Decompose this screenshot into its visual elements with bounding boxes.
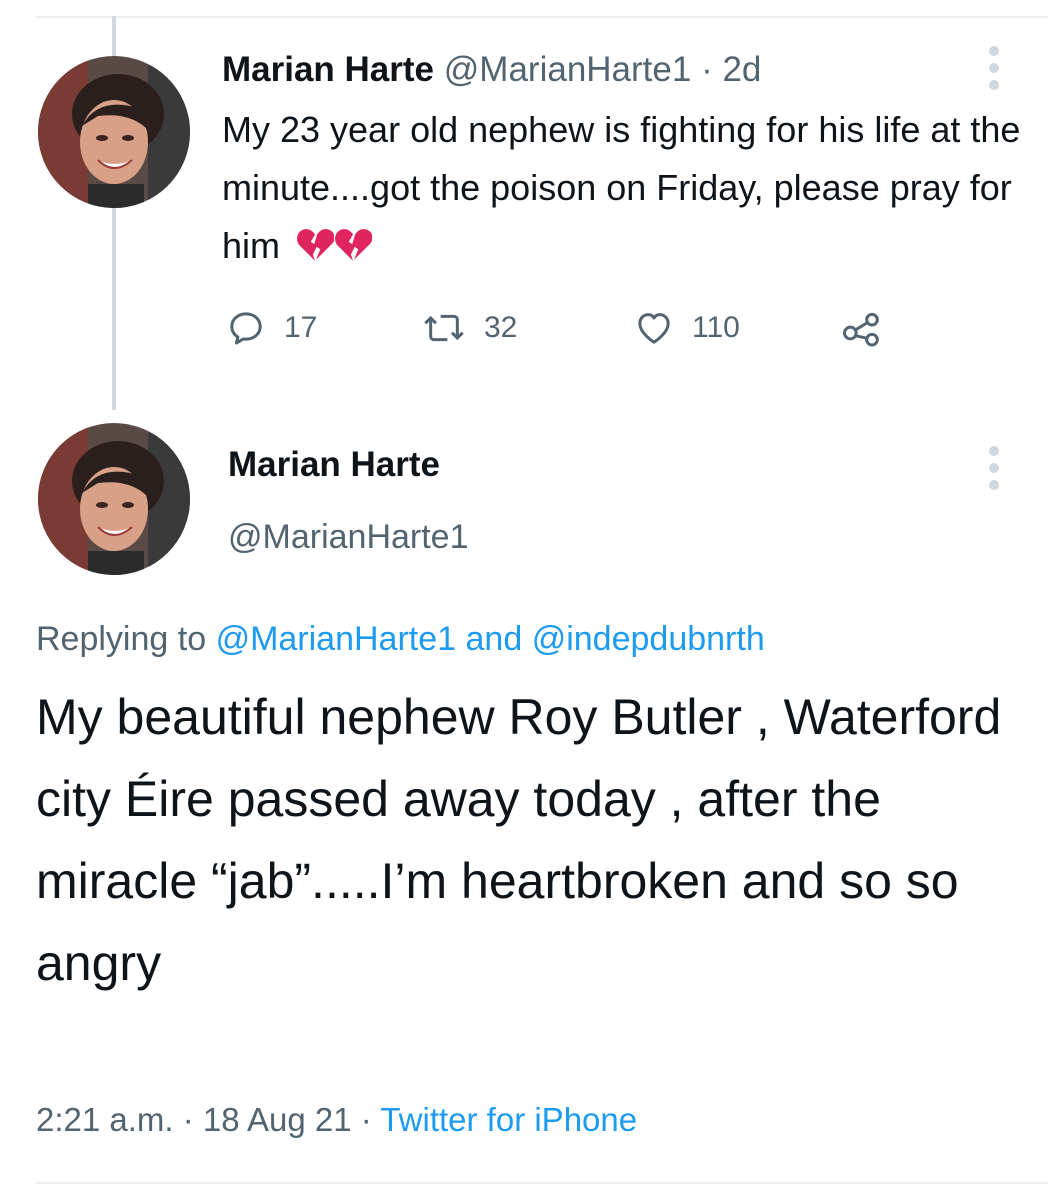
- retweet-count: 32: [484, 311, 518, 344]
- reply-icon: [230, 312, 262, 345]
- tweet-source-link[interactable]: Twitter for iPhone: [380, 1101, 637, 1138]
- author-name[interactable]: Marian Harte: [228, 444, 440, 486]
- retweet-button[interactable]: 32: [422, 300, 517, 356]
- tweet-time[interactable]: 2d: [722, 50, 761, 89]
- broken-heart-emoji: [335, 229, 373, 261]
- like-count: 110: [692, 311, 740, 344]
- bottom-divider: [36, 1182, 1048, 1184]
- mention-link[interactable]: @MarianHarte1: [216, 620, 457, 658]
- tweet-text: My 23 year old nephew is fighting for hi…: [222, 101, 1022, 275]
- author-name[interactable]: Marian Harte: [222, 50, 434, 89]
- avatar-photo: [38, 423, 190, 575]
- avatar-photo: [38, 56, 190, 208]
- tweet-metadata: 2:21 a.m. · 18 Aug 21 · Twitter for iPho…: [36, 1098, 637, 1142]
- reply-button[interactable]: 17: [226, 300, 317, 356]
- like-icon: [638, 313, 670, 344]
- avatar[interactable]: [38, 423, 190, 575]
- replying-to-line: Replying to @MarianHarte1 and @indepdubn…: [36, 617, 765, 661]
- tweet-time[interactable]: 2:21 a.m.: [36, 1101, 174, 1138]
- share-button[interactable]: [840, 300, 884, 356]
- broken-heart-emoji: [297, 229, 335, 261]
- retweet-icon: [424, 314, 464, 342]
- like-button[interactable]: 110: [634, 300, 740, 356]
- author-handle[interactable]: @MarianHarte1: [444, 50, 692, 89]
- author-handle[interactable]: @MarianHarte1: [228, 516, 469, 558]
- share-icon: [843, 312, 879, 347]
- mention-link[interactable]: @indepdubnrth: [532, 620, 765, 658]
- tweet-text: My beautiful nephew Roy Butler , Waterfo…: [36, 689, 1002, 991]
- tweet-actions: 17 32 110: [222, 300, 922, 356]
- top-divider: [36, 16, 1048, 18]
- reply-count: 17: [284, 311, 318, 344]
- separator-dot: ·: [701, 50, 713, 89]
- tweet-date[interactable]: 18 Aug 21: [203, 1101, 352, 1138]
- separator-dot: ·: [360, 1101, 372, 1138]
- tweet-header: Marian Harte @MarianHarte1 · 2d: [222, 50, 761, 90]
- more-options-icon[interactable]: [982, 446, 1006, 490]
- avatar[interactable]: [38, 56, 190, 208]
- more-options-icon[interactable]: [982, 46, 1006, 90]
- separator-dot: ·: [182, 1101, 194, 1138]
- mention-joiner[interactable]: and: [466, 620, 523, 658]
- replying-prefix: Replying to: [36, 620, 207, 658]
